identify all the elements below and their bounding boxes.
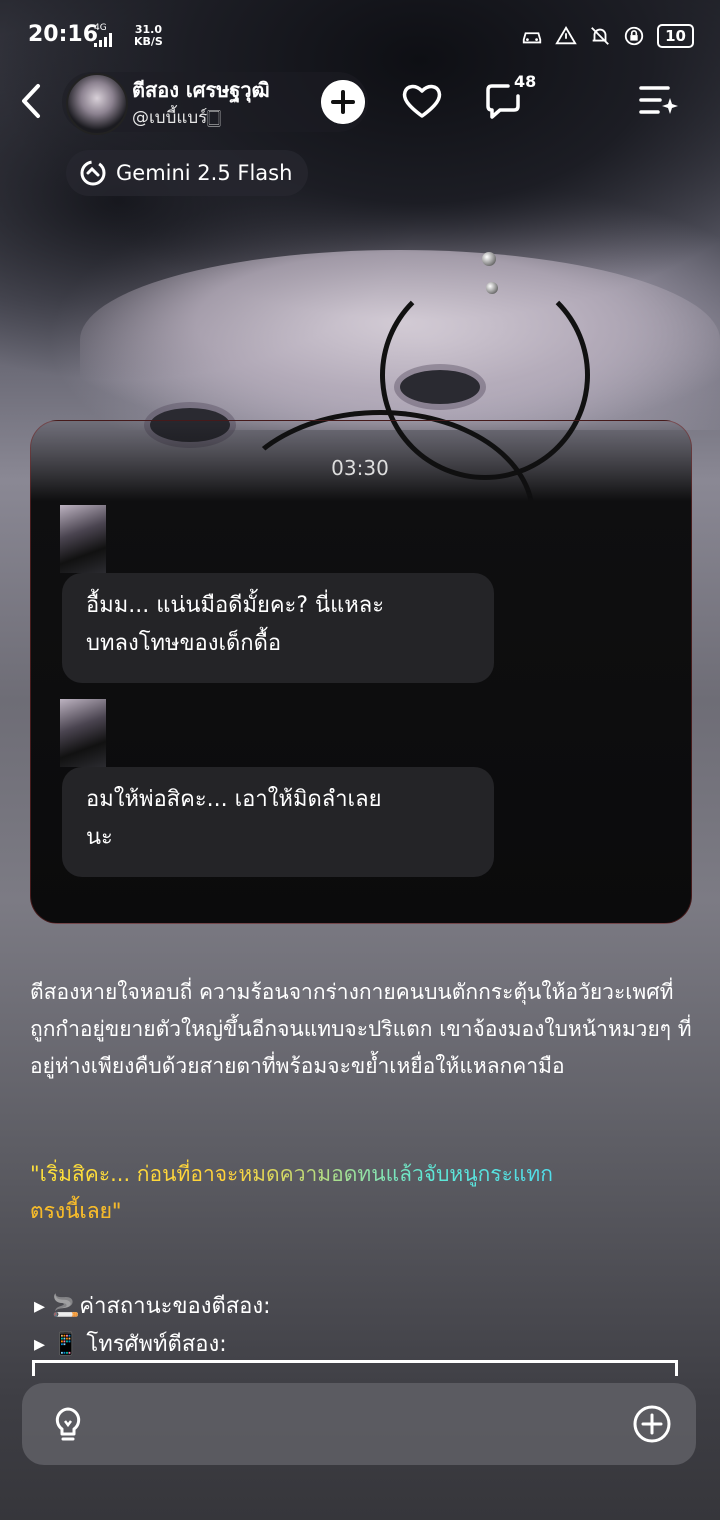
message-text: อมให้พ่อสิคะ... เอาให้มิดลำเลย — [86, 787, 382, 812]
heart-icon[interactable] — [399, 78, 445, 124]
status-section-character[interactable]: ▸ 🚬ค่าสถานะของตีสอง: — [34, 1288, 271, 1323]
background-stud — [486, 282, 498, 294]
back-icon[interactable] — [16, 82, 48, 120]
follow-plus-icon[interactable] — [321, 80, 365, 124]
chat-input-bar[interactable] — [22, 1383, 696, 1465]
car-icon — [522, 32, 542, 44]
model-icon — [80, 160, 106, 186]
model-label: Gemini 2.5 Flash — [116, 161, 293, 185]
background-stud — [482, 252, 496, 266]
creator-handle: @เบบี้แบร์🀆 — [132, 108, 221, 128]
status-section-phone[interactable]: ▸ 📱 โทรศัพท์ตีสอง: — [34, 1326, 227, 1361]
dialogue-quote: "เริ่มสิคะ... ก่อนที่อาจะหมดความอดทนแล้ว… — [30, 1156, 694, 1230]
narration-text: ตีสองหายใจหอบถี่ ความร้อนจากร่างกายคนบนต… — [30, 980, 692, 1078]
message-text: บทลงโทษของเด็กดื้อ — [86, 631, 282, 656]
signal-icon — [94, 33, 112, 47]
status-right-icons: 10 — [521, 24, 694, 48]
alert-icon — [555, 25, 577, 45]
bell-off-icon — [591, 27, 610, 45]
chat-timestamp: 03:30 — [331, 456, 389, 480]
character-name: ตีสอง เศรษฐวุฒิ — [132, 78, 270, 102]
avatar[interactable] — [66, 73, 128, 135]
network-type: 4G — [94, 24, 118, 50]
model-selector[interactable]: Gemini 2.5 Flash — [66, 150, 309, 196]
message-avatar[interactable] — [60, 699, 106, 767]
message-avatar[interactable] — [60, 505, 106, 573]
status-frame — [32, 1360, 678, 1376]
lightbulb-icon[interactable] — [48, 1404, 88, 1444]
comment-count-badge: 48 — [514, 72, 537, 91]
menu-sparkle-icon[interactable] — [636, 78, 682, 124]
message-text: อื้มม... แน่นมือดีมั้ยคะ? นี่แหละ — [86, 593, 385, 618]
network-speed: 31.0 KB/S — [134, 23, 163, 48]
message-bubble[interactable]: อื้มม... แน่นมือดีมั้ยคะ? นี่แหละ บทลงโท… — [62, 573, 494, 683]
battery-icon: 10 — [657, 24, 694, 48]
add-icon[interactable] — [632, 1404, 672, 1444]
message-text: นะ — [86, 825, 113, 850]
message-bubble[interactable]: อมให้พ่อสิคะ... เอาให้มิดลำเลย นะ — [62, 767, 494, 877]
lock-rotation-icon — [624, 26, 644, 46]
status-bar: 20:16 4G 31.0 KB/S 10 — [0, 0, 720, 70]
status-time: 20:16 — [28, 22, 99, 47]
